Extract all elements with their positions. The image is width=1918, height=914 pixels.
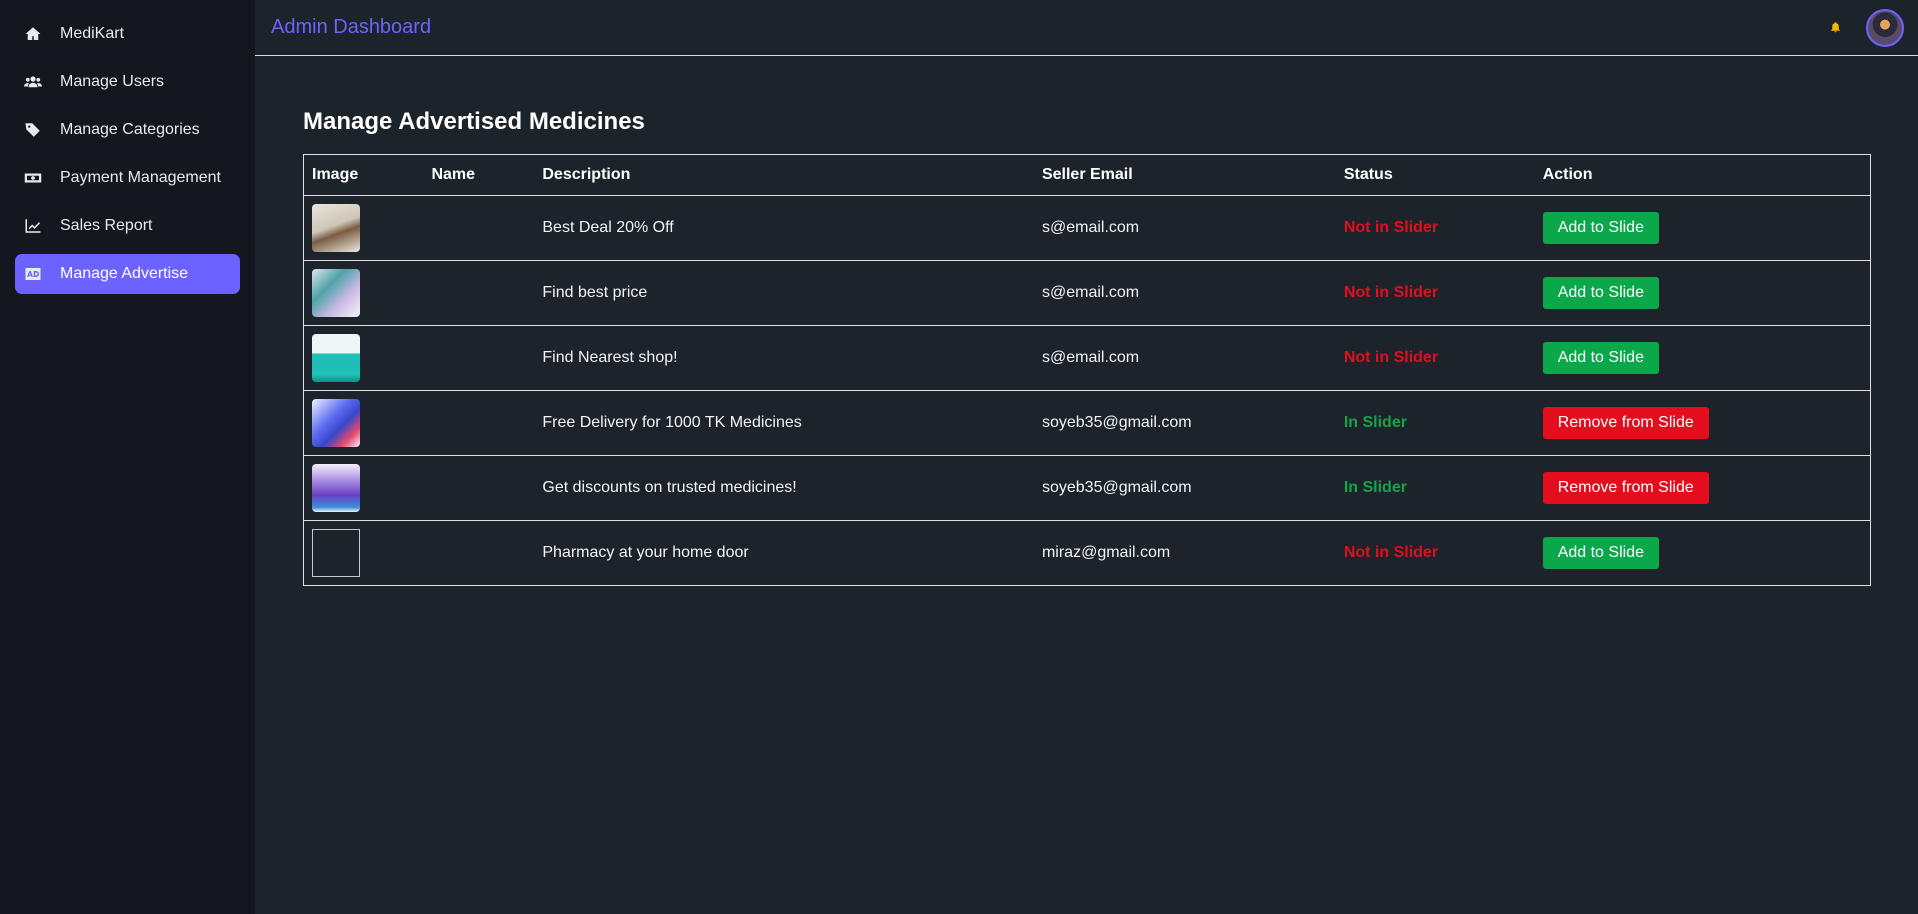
tags-icon xyxy=(23,120,43,140)
broken-image-icon xyxy=(312,529,360,577)
remove-from-slide-button[interactable]: Remove from Slide xyxy=(1542,407,1709,439)
page-title: Manage Advertised Medicines xyxy=(303,108,645,135)
home-icon xyxy=(23,24,43,44)
medicine-name xyxy=(423,455,535,521)
avatar[interactable] xyxy=(1866,8,1904,47)
medicine-description: Find Nearest shop! xyxy=(534,325,1034,391)
sidebar-item-sales-report[interactable]: Sales Report xyxy=(15,206,240,246)
medicine-name xyxy=(423,260,535,326)
medicine-name xyxy=(423,390,535,456)
top-bar: Admin Dashboard xyxy=(255,0,1918,56)
seller-email: miraz@gmail.com xyxy=(1033,520,1336,586)
status-badge: In Slider xyxy=(1335,390,1535,456)
column-header-seller-email: Seller Email xyxy=(1033,154,1336,196)
sidebar-item-manage-advertise[interactable]: Manage Advertise xyxy=(15,254,240,294)
table-row: Get discounts on trusted medicines! soye… xyxy=(303,455,1871,521)
column-header-name: Name xyxy=(423,154,535,196)
sidebar-item-manage-categories[interactable]: Manage Categories xyxy=(15,110,240,150)
medicine-description: Free Delivery for 1000 TK Medicines xyxy=(534,390,1034,456)
sidebar-item-label: Manage Users xyxy=(60,73,165,90)
medicine-name xyxy=(423,325,535,391)
status-badge: In Slider xyxy=(1335,455,1535,521)
add-to-slide-button[interactable]: Add to Slide xyxy=(1542,342,1659,374)
add-to-slide-button[interactable]: Add to Slide xyxy=(1542,537,1659,569)
bell-icon[interactable] xyxy=(1829,21,1842,34)
table-row: Best Deal 20% Off s@email.com Not in Sli… xyxy=(303,195,1871,261)
remove-from-slide-button[interactable]: Remove from Slide xyxy=(1542,472,1709,504)
sidebar-item-label: Payment Management xyxy=(60,169,221,186)
table-row: Pharmacy at your home door miraz@gmail.c… xyxy=(303,520,1871,586)
medicine-thumbnail xyxy=(312,464,360,512)
add-to-slide-button[interactable]: Add to Slide xyxy=(1542,277,1659,309)
sidebar-item-label: Manage Advertise xyxy=(60,265,189,282)
medicine-name xyxy=(423,520,535,586)
status-badge: Not in Slider xyxy=(1335,520,1535,586)
advertised-medicines-table: Image Name Description Seller Email Stat… xyxy=(303,154,1871,586)
sidebar: MediKart Manage Users Manage Categories … xyxy=(0,0,255,914)
medicine-description: Best Deal 20% Off xyxy=(534,195,1034,261)
column-header-action: Action xyxy=(1534,154,1871,196)
medicine-thumbnail xyxy=(312,399,360,447)
medicine-thumbnail xyxy=(312,204,360,252)
table-row: Find Nearest shop! s@email.com Not in Sl… xyxy=(303,325,1871,391)
sidebar-item-manage-users[interactable]: Manage Users xyxy=(15,62,240,102)
status-badge: Not in Slider xyxy=(1335,195,1535,261)
sidebar-item-label: MediKart xyxy=(60,25,125,42)
column-header-image: Image xyxy=(303,154,424,196)
seller-email: s@email.com xyxy=(1033,325,1336,391)
money-bill-icon xyxy=(23,168,43,188)
sidebar-item-payment-management[interactable]: Payment Management xyxy=(15,158,240,198)
chart-line-icon xyxy=(23,216,43,236)
seller-email: soyeb35@gmail.com xyxy=(1033,455,1336,521)
sidebar-item-label: Manage Categories xyxy=(60,121,200,138)
column-header-description: Description xyxy=(534,154,1034,196)
medicine-name xyxy=(423,195,535,261)
sidebar-item-medikart[interactable]: MediKart xyxy=(15,14,240,54)
seller-email: s@email.com xyxy=(1033,260,1336,326)
medicine-description: Pharmacy at your home door xyxy=(534,520,1034,586)
medicine-thumbnail xyxy=(312,334,360,382)
medicine-thumbnail xyxy=(312,269,360,317)
status-badge: Not in Slider xyxy=(1335,260,1535,326)
add-to-slide-button[interactable]: Add to Slide xyxy=(1542,212,1659,244)
users-icon xyxy=(23,72,43,92)
table-row: Find best price s@email.com Not in Slide… xyxy=(303,260,1871,326)
seller-email: soyeb35@gmail.com xyxy=(1033,390,1336,456)
sidebar-item-label: Sales Report xyxy=(60,217,153,234)
status-badge: Not in Slider xyxy=(1335,325,1535,391)
table-header-row: Image Name Description Seller Email Stat… xyxy=(303,154,1871,196)
column-header-status: Status xyxy=(1335,154,1535,196)
medicine-description: Get discounts on trusted medicines! xyxy=(534,455,1034,521)
ad-icon xyxy=(23,264,43,284)
medicine-description: Find best price xyxy=(534,260,1034,326)
table-row: Free Delivery for 1000 TK Medicines soye… xyxy=(303,390,1871,456)
seller-email: s@email.com xyxy=(1033,195,1336,261)
page-header-title: Admin Dashboard xyxy=(271,16,432,38)
